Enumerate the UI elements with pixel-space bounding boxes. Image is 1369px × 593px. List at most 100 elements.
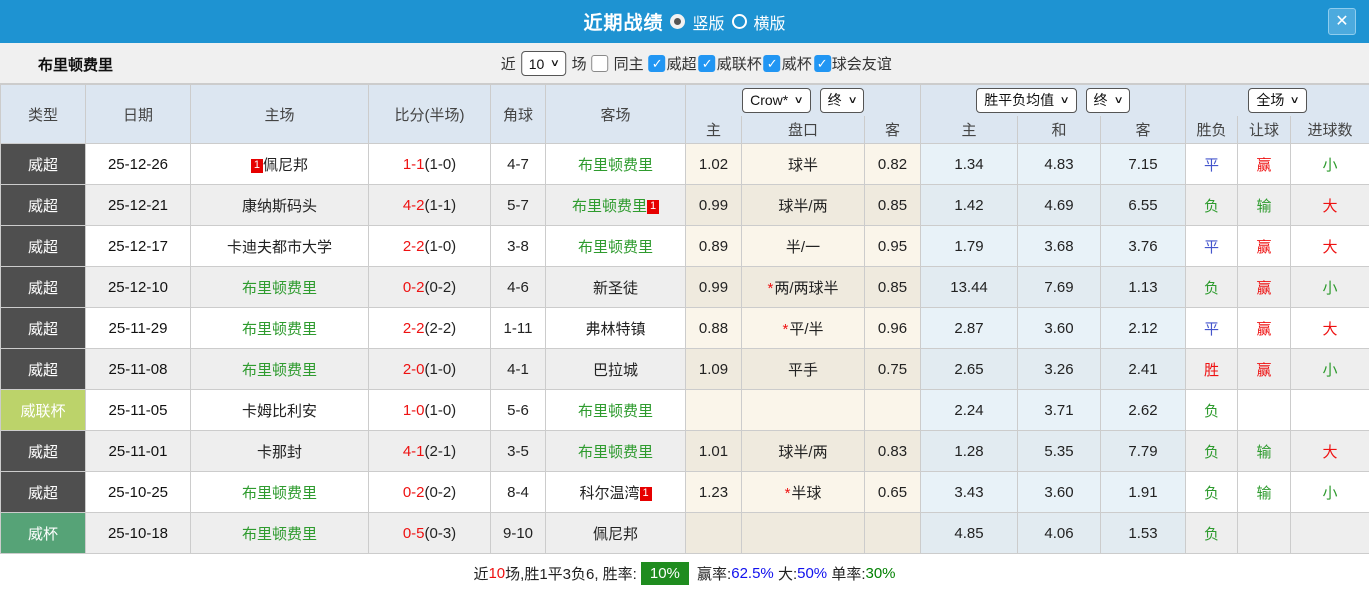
match-type-badge: 威超: [1, 308, 86, 349]
away-team: 新圣徒: [546, 267, 686, 308]
avg-home-odds: 4.85: [921, 513, 1018, 554]
away-team: 佩尼邦: [546, 513, 686, 554]
handicap-result: 输: [1238, 185, 1291, 226]
away-odds: 0.65: [865, 472, 921, 513]
league-checkbox[interactable]: ✓: [699, 55, 716, 72]
avg-home-odds: 1.79: [921, 226, 1018, 267]
close-icon: ✕: [1335, 13, 1348, 30]
team-label: 弗林特镇: [585, 321, 645, 338]
handicap-result: 输: [1238, 431, 1291, 472]
avg-draw-odds: 4.83: [1018, 144, 1101, 185]
league-checkbox[interactable]: ✓: [764, 55, 781, 72]
away-odds: 0.85: [865, 185, 921, 226]
scope-select[interactable]: 全场 ∨: [1248, 88, 1306, 113]
avg-draw-odds: 3.60: [1018, 472, 1101, 513]
avg-time-value: 终: [1094, 90, 1108, 110]
avg-home-odds: 1.28: [921, 431, 1018, 472]
team-label: 康纳斯码头: [242, 198, 317, 215]
avg-odds-select[interactable]: 胜平负均值 ∨: [976, 88, 1076, 113]
away-odds: 0.83: [865, 431, 921, 472]
team-label: 布里顿费里: [242, 526, 317, 543]
halftime-score: (1-0): [425, 402, 457, 419]
fulltime-score: 0-5: [403, 525, 425, 542]
titlebar: 近期战绩 竖版 横版 ✕: [0, 0, 1369, 43]
live-star-icon: *: [782, 321, 788, 338]
match-date: 25-11-29: [86, 308, 191, 349]
away-team: 弗林特镇: [546, 308, 686, 349]
match-row: 威超25-11-01卡那封4-1(2-1)3-5布里顿费里1.01球半/两0.8…: [1, 431, 1369, 472]
fulltime-score: 2-2: [403, 320, 425, 337]
match-score: 0-2(0-2): [369, 267, 491, 308]
layout-radio-horizontal-label[interactable]: 横版: [754, 10, 786, 34]
avg-away-odds: 6.55: [1101, 185, 1186, 226]
away-team: 布里顿费里1: [546, 185, 686, 226]
away-odds: 0.85: [865, 267, 921, 308]
league-checkbox[interactable]: ✓: [649, 55, 666, 72]
avg-draw-odds: 3.60: [1018, 308, 1101, 349]
match-type-badge: 威超: [1, 267, 86, 308]
home-team: 布里顿费里: [191, 267, 369, 308]
avg-home-odds: 1.42: [921, 185, 1018, 226]
team-name: 布里顿费里: [38, 54, 113, 75]
odds-company-select[interactable]: Crow* ∨: [742, 88, 810, 113]
team-label: 布里顿费里: [242, 321, 317, 338]
team-label: 佩尼邦: [263, 157, 308, 174]
layout-radio-horizontal[interactable]: [732, 14, 747, 29]
avg-time-select[interactable]: 终 ∨: [1086, 88, 1130, 113]
layout-radio-vertical[interactable]: [670, 14, 685, 29]
summary-text-part: 场,胜1平3负6, 胜率:: [505, 563, 637, 584]
handicap-result: 赢: [1238, 144, 1291, 185]
odds-time-value: 终: [828, 90, 842, 110]
fulltime-score: 0-2: [403, 279, 425, 296]
outcome-result: 平: [1186, 308, 1238, 349]
match-count-select[interactable]: 10 ∨: [521, 51, 567, 76]
same-home-checkbox[interactable]: [592, 55, 609, 72]
match-date: 25-12-10: [86, 267, 191, 308]
avg-away-odds: 7.15: [1101, 144, 1186, 185]
goals-result: [1291, 390, 1369, 431]
corner-score: 5-6: [491, 390, 546, 431]
odds-company-value: Crow*: [750, 92, 788, 108]
match-score: 0-2(0-2): [369, 472, 491, 513]
layout-radio-vertical-label[interactable]: 竖版: [692, 10, 724, 34]
match-type-badge: 威超: [1, 185, 86, 226]
league-checkbox[interactable]: ✓: [814, 55, 831, 72]
home-team: 卡迪夫都市大学: [191, 226, 369, 267]
match-score: 2-0(1-0): [369, 349, 491, 390]
match-row: 威超25-12-10布里顿费里0-2(0-2)4-6新圣徒0.99*两/两球半0…: [1, 267, 1369, 308]
subheader-odds-home: 主: [686, 116, 742, 144]
home-team: 康纳斯码头: [191, 185, 369, 226]
home-odds: [686, 390, 742, 431]
scope-value: 全场: [1256, 90, 1284, 110]
match-row: 威杯25-10-18布里顿费里0-5(0-3)9-10佩尼邦4.854.061.…: [1, 513, 1369, 554]
halftime-score: (0-3): [425, 525, 457, 542]
subheader-odds-away: 客: [865, 116, 921, 144]
match-count-value: 10: [529, 56, 545, 72]
away-team: 布里顿费里: [546, 431, 686, 472]
league-label: 球会友谊: [832, 53, 892, 74]
avg-home-odds: 2.87: [921, 308, 1018, 349]
away-odds: 0.82: [865, 144, 921, 185]
fulltime-score: 1-1: [403, 156, 425, 173]
outcome-result: 负: [1186, 267, 1238, 308]
fulltime-score: 4-1: [403, 443, 425, 460]
match-score: 2-2(2-2): [369, 308, 491, 349]
fulltime-score: 0-2: [403, 484, 425, 501]
match-row: 威联杯25-11-05卡姆比利安1-0(1-0)5-6布里顿费里2.243.71…: [1, 390, 1369, 431]
goals-result: 大: [1291, 308, 1369, 349]
fulltime-score: 4-2: [403, 197, 425, 214]
scope-header: 全场 ∨: [1186, 85, 1369, 116]
home-team: 布里顿费里: [191, 513, 369, 554]
avg-draw-odds: 4.69: [1018, 185, 1101, 226]
live-star-icon: *: [785, 485, 791, 502]
match-date: 25-10-25: [86, 472, 191, 513]
team-label: 布里顿费里: [572, 198, 647, 215]
subheader-avg-away: 客: [1101, 116, 1186, 144]
page-title: 近期战绩: [583, 8, 663, 35]
away-team: 布里顿费里: [546, 226, 686, 267]
col-header-away: 客场: [546, 85, 686, 144]
match-type-badge: 威超: [1, 431, 86, 472]
handicap: 球半: [742, 144, 865, 185]
odds-time-select[interactable]: 终 ∨: [820, 88, 864, 113]
close-button[interactable]: ✕: [1328, 8, 1356, 35]
